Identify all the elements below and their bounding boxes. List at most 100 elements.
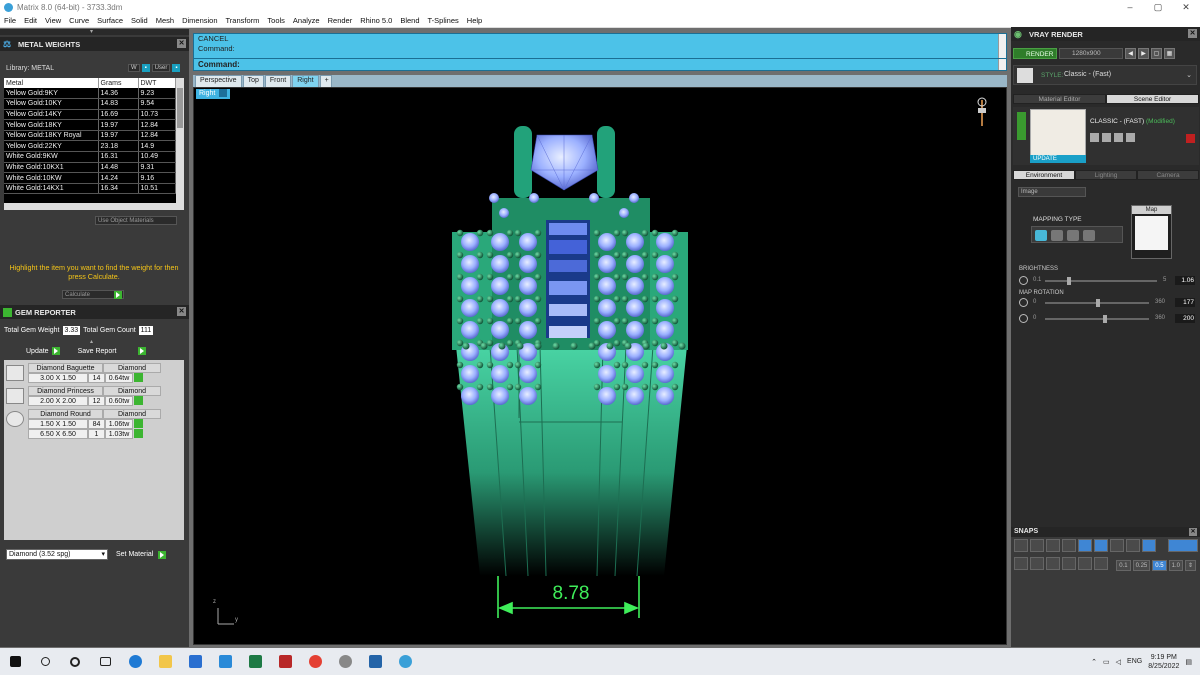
material-expand-icon[interactable] <box>1017 112 1026 140</box>
snap-planar-icon[interactable] <box>1030 557 1044 570</box>
notifications-icon[interactable]: ▤ <box>1185 658 1192 666</box>
camera-icon[interactable] <box>977 97 987 126</box>
taskbar-app-red[interactable] <box>270 648 300 675</box>
snap-ortho-icon[interactable] <box>1168 539 1198 552</box>
taskbar-chrome[interactable] <box>300 648 330 675</box>
tab-front[interactable]: Front <box>264 75 292 87</box>
save-icon[interactable] <box>1090 133 1099 142</box>
tray-chevron-icon[interactable]: ⌃ <box>1091 658 1097 666</box>
style-select[interactable]: STYLE: Classic - (Fast) ⌄ <box>1013 65 1197 85</box>
tab-material-editor[interactable]: Material Editor <box>1013 94 1106 104</box>
command-input[interactable]: Command: <box>193 58 1007 71</box>
metal-table-scrollbar[interactable] <box>176 78 184 203</box>
command-input-scrollbar[interactable] <box>998 59 1006 70</box>
gem-collapse-icon[interactable]: ▴ <box>90 338 93 345</box>
metal-table-hscrollbar[interactable] <box>4 203 184 210</box>
snap-center-icon[interactable] <box>1078 539 1092 552</box>
next-icon[interactable]: ▶ <box>1138 47 1149 59</box>
add-viewport-icon[interactable]: + <box>319 75 332 87</box>
calculate-field[interactable]: Calculate <box>62 290 124 299</box>
brightness-track[interactable] <box>1045 280 1157 282</box>
menu-render[interactable]: Render <box>324 16 357 25</box>
update-play-icon[interactable] <box>51 347 60 355</box>
set-material-play-icon[interactable] <box>158 550 167 559</box>
snap-project-icon[interactable] <box>1046 557 1060 570</box>
menu-edit[interactable]: Edit <box>20 16 41 25</box>
unit-w-button[interactable]: W <box>128 64 140 72</box>
menu-mesh[interactable]: Mesh <box>152 16 178 25</box>
metal-row[interactable]: White Gold:10KW 14.24 9.16 <box>4 172 176 184</box>
map-dome-icon[interactable] <box>1083 230 1095 241</box>
close-button[interactable]: ✕ <box>1172 2 1200 13</box>
unit-user-button[interactable]: User <box>151 64 171 72</box>
metal-row[interactable]: Yellow Gold:18KY Royal 19.97 12.84 <box>4 130 176 142</box>
settings-icon[interactable] <box>1126 133 1135 142</box>
metal-row[interactable]: Yellow Gold:10KY 14.83 9.54 <box>4 98 176 110</box>
tray-lang[interactable]: ENG <box>1127 658 1142 665</box>
prev-icon[interactable]: ◀ <box>1125 47 1136 59</box>
rotation1-value[interactable]: 177 <box>1175 298 1195 307</box>
gem-reporter-close-icon[interactable]: ✕ <box>177 307 186 316</box>
snaps-close-icon[interactable]: ✕ <box>1189 528 1197 536</box>
snap-smarttrack-icon[interactable] <box>1062 557 1076 570</box>
taskbar-photos[interactable] <box>360 648 390 675</box>
material-update-button[interactable]: UPDATE <box>1030 155 1086 163</box>
snap-inc-4[interactable]: 1.0 <box>1168 560 1183 571</box>
brightness-thumb[interactable] <box>1067 277 1072 285</box>
clock[interactable]: 9:19 PM 8/25/2022 <box>1148 653 1179 671</box>
frame-icon[interactable]: ▢ <box>1151 47 1162 59</box>
col-grams[interactable]: Grams <box>98 78 139 88</box>
render-button[interactable]: RENDER <box>1013 47 1057 59</box>
gem-select-icon[interactable] <box>134 429 143 438</box>
snap-end-icon[interactable] <box>1014 539 1028 552</box>
viewport-right[interactable]: Right 8.78 z y <box>193 87 1007 645</box>
taskbar-matrix[interactable] <box>390 648 420 675</box>
rotation2-track[interactable] <box>1045 318 1149 320</box>
menu-tools[interactable]: Tools <box>263 16 289 25</box>
gem-select-icon[interactable] <box>134 419 143 428</box>
tab-scene-editor[interactable]: Scene Editor <box>1106 94 1199 104</box>
menu-file[interactable]: File <box>0 16 20 25</box>
minimize-button[interactable]: – <box>1116 2 1144 13</box>
copy-icon[interactable] <box>1114 133 1123 142</box>
taskbar-excel[interactable] <box>240 648 270 675</box>
metal-row[interactable]: Yellow Gold:9KY 14.36 9.23 <box>4 88 176 100</box>
menu-curve[interactable]: Curve <box>65 16 93 25</box>
tab-top[interactable]: Top <box>242 75 264 87</box>
col-dwt[interactable]: DWT <box>138 78 176 88</box>
panel-grip[interactable]: ▾ <box>0 29 189 35</box>
calculate-play-icon[interactable] <box>114 291 122 299</box>
maximize-button[interactable]: ▢ <box>1144 2 1172 13</box>
chevron-down-icon[interactable]: ⌄ <box>1186 71 1192 79</box>
tab-right[interactable]: Right <box>292 75 319 87</box>
metal-row[interactable]: Yellow Gold:14KY 16.69 10.73 <box>4 109 176 121</box>
snap-gumball-icon[interactable] <box>1078 557 1092 570</box>
taskbar-store[interactable] <box>180 648 210 675</box>
menu-tsplines[interactable]: T-Splines <box>424 16 463 25</box>
library-icon[interactable] <box>1102 133 1111 142</box>
save-report-play-icon[interactable] <box>137 347 146 355</box>
metal-weights-close-icon[interactable]: ✕ <box>177 39 186 48</box>
tab-perspective[interactable]: Perspective <box>195 75 242 87</box>
resolution-field[interactable]: 1280x900 <box>1059 47 1123 59</box>
unit-w-check-icon[interactable]: ▪ <box>141 64 150 72</box>
rotation1-thumb[interactable] <box>1095 299 1100 307</box>
task-view-button[interactable] <box>90 648 120 675</box>
save-report-label[interactable]: Save Report <box>78 348 117 355</box>
snap-int-icon[interactable] <box>1094 539 1108 552</box>
snap-inc-2[interactable]: 0.25 <box>1132 560 1151 571</box>
menu-rhino[interactable]: Rhino 5.0 <box>356 16 396 25</box>
search-button[interactable] <box>30 648 60 675</box>
snap-grid-icon[interactable] <box>1014 557 1028 570</box>
tab-lighting[interactable]: Lighting <box>1075 170 1137 180</box>
delete-icon[interactable] <box>1186 134 1195 143</box>
snap-point-icon[interactable] <box>1046 539 1060 552</box>
snap-near-icon[interactable] <box>1030 539 1044 552</box>
map-sphere-icon[interactable] <box>1067 230 1079 241</box>
metal-row[interactable]: White Gold:10KX1 14.48 9.31 <box>4 162 176 174</box>
start-button[interactable] <box>0 648 30 675</box>
map-cube-icon[interactable] <box>1051 230 1063 241</box>
grid-icon[interactable]: ▦ <box>1164 47 1175 59</box>
gem-select-icon[interactable] <box>134 373 143 382</box>
menu-transform[interactable]: Transform <box>222 16 264 25</box>
